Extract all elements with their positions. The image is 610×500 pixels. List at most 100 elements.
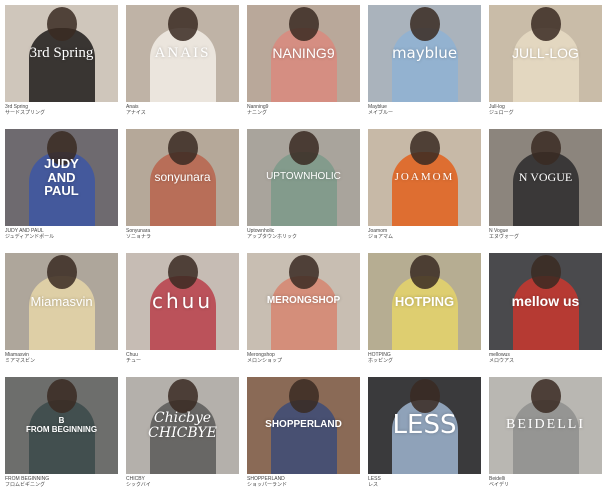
brand-card[interactable]: chuu Chuu チュー [126, 253, 239, 376]
brand-card[interactable]: 3rd Spring 3rd Spring サードスプリング [5, 5, 118, 128]
model-head [409, 379, 440, 413]
model-head [409, 255, 440, 289]
brand-logo: JOAMOM [394, 170, 455, 183]
brand-name-ja[interactable]: ミアマスビン [5, 358, 118, 364]
brand-card[interactable]: mellow us mellowus メロウアス [489, 253, 602, 376]
brand-card[interactable]: Miamasvin Miamasvin ミアマスビン [5, 253, 118, 376]
model-head [167, 379, 198, 413]
brand-name-ja[interactable]: ジョアマム [368, 234, 481, 240]
brand-name-ja[interactable]: チュー [126, 358, 239, 364]
brand-thumbnail[interactable]: NANING9 [247, 5, 360, 102]
brand-name-ja[interactable]: サードスプリング [5, 110, 118, 116]
brand-name-ja[interactable]: エヌヴォーグ [489, 234, 602, 240]
brand-thumbnail[interactable]: BEIDELLI [489, 377, 602, 474]
brand-card[interactable]: SHOPPERLAND SHOPPERLAND ショッパーランド [247, 377, 360, 500]
brand-card[interactable]: JOAMOM Joamom ジョアマム [368, 129, 481, 252]
brand-logo: NANING9 [272, 45, 335, 62]
brand-thumbnail[interactable]: JULL-LOG [489, 5, 602, 102]
brand-thumbnail[interactable]: sonyunara [126, 129, 239, 226]
model-head [288, 255, 319, 289]
brand-name-ja[interactable]: ショッパーランド [247, 482, 360, 488]
model-head [530, 7, 561, 41]
brand-thumbnail[interactable]: B FROM BEGINNING [5, 377, 118, 474]
model-head [167, 7, 198, 41]
brand-logo: sonyunara [154, 170, 211, 185]
model-head [409, 7, 440, 41]
brand-logo: LESS [392, 409, 457, 440]
brand-logo: N VOGUE [518, 170, 573, 185]
model-head [530, 131, 561, 165]
brand-thumbnail[interactable]: UPTOWNHOLIC [247, 129, 360, 226]
brand-name-ja[interactable]: ジュディアンドポール [5, 234, 118, 240]
brand-card[interactable]: JULL-LOG Jull-log ジュローグ [489, 5, 602, 128]
brand-thumbnail[interactable]: chuu [126, 253, 239, 350]
brand-name-ja[interactable]: フロムビギニング [5, 482, 118, 488]
brand-thumbnail[interactable]: N VOGUE [489, 129, 602, 226]
brand-thumbnail[interactable]: MERONGSHOP [247, 253, 360, 350]
brand-name-ja[interactable]: ホッピング [368, 358, 481, 364]
brand-logo: HOTPING [394, 293, 455, 309]
brand-card[interactable]: B FROM BEGINNING FROM BEGINNING フロムビギニング [5, 377, 118, 500]
brand-card[interactable]: mayblue Mayblue メイブルー [368, 5, 481, 128]
model-head [46, 255, 77, 289]
brand-thumbnail[interactable]: Miamasvin [5, 253, 118, 350]
brand-logo: UPTOWNHOLIC [266, 171, 341, 183]
brand-thumbnail[interactable]: JUDY AND PAUL [5, 129, 118, 226]
brand-thumbnail[interactable]: 3rd Spring [5, 5, 118, 102]
brand-thumbnail[interactable]: Chicbye CHICBYE [126, 377, 239, 474]
brand-logo: 3rd Spring [29, 44, 94, 61]
brand-thumbnail[interactable]: HOTPING [368, 253, 481, 350]
brand-logo: MERONGSHOP [266, 295, 341, 307]
brand-card[interactable]: NANING9 Nanning9 ナニング [247, 5, 360, 128]
brand-name-ja[interactable]: ジュローグ [489, 110, 602, 116]
brand-thumbnail[interactable]: mayblue [368, 5, 481, 102]
brand-logo: SHOPPERLAND [265, 419, 342, 431]
brand-thumbnail[interactable]: mellow us [489, 253, 602, 350]
brand-name-ja[interactable]: レス [368, 482, 481, 488]
brand-name-ja[interactable]: メイブルー [368, 110, 481, 116]
brand-card[interactable]: sonyunara Sonyunara ソニョナラ [126, 129, 239, 252]
brand-logo: BEIDELLI [506, 417, 585, 433]
brand-thumbnail[interactable]: LESS [368, 377, 481, 474]
brand-logo: mellow us [511, 293, 580, 310]
brand-card[interactable]: UPTOWNHOLIC Uptownholic アップタウンホリック [247, 129, 360, 252]
brand-card[interactable]: N VOGUE N Vogue エヌヴォーグ [489, 129, 602, 252]
brand-name-ja[interactable]: ベイデリ [489, 482, 602, 488]
brand-card[interactable]: HOTPING HOTPING ホッピング [368, 253, 481, 376]
brand-thumbnail[interactable]: SHOPPERLAND [247, 377, 360, 474]
brand-name-ja[interactable]: メロンショップ [247, 358, 360, 364]
brand-logo: JUDY AND PAUL [44, 156, 79, 199]
brand-card[interactable]: LESS LESS レス [368, 377, 481, 500]
model-head [46, 379, 77, 413]
brand-card[interactable]: BEIDELLI Beidelli ベイデリ [489, 377, 602, 500]
brand-thumbnail[interactable]: ANAIS [126, 5, 239, 102]
brand-name-ja[interactable]: アナイス [126, 110, 239, 116]
model-head [288, 7, 319, 41]
model-head [167, 131, 198, 165]
brand-card[interactable]: MERONGSHOP Merongshop メロンショップ [247, 253, 360, 376]
brand-thumbnail[interactable]: JOAMOM [368, 129, 481, 226]
brand-logo: ANAIS [154, 44, 211, 61]
brand-logo: Miamasvin [30, 293, 93, 309]
model-head [288, 379, 319, 413]
model-head [288, 131, 319, 165]
model-head [167, 255, 198, 289]
brand-logo: chuu [151, 289, 214, 313]
brand-name-ja[interactable]: シックバイ [126, 482, 239, 488]
brand-logo: mayblue [391, 43, 458, 62]
brand-name-ja[interactable]: アップタウンホリック [247, 234, 360, 240]
brand-grid: 3rd Spring 3rd Spring サードスプリング ANAIS Anais アナ… [5, 5, 602, 500]
model-head [409, 131, 440, 165]
model-head [530, 255, 561, 289]
brand-name-ja[interactable]: ナニング [247, 110, 360, 116]
model-head [46, 7, 77, 41]
brand-card[interactable]: JUDY AND PAUL JUDY AND PAUL ジュディアンドポール [5, 129, 118, 252]
model-head [530, 379, 561, 413]
brand-logo: Chicbye CHICBYE [148, 409, 217, 441]
brand-card[interactable]: ANAIS Anais アナイス [126, 5, 239, 128]
brand-card[interactable]: Chicbye CHICBYE CHICBY シックバイ [126, 377, 239, 500]
brand-name-ja[interactable]: メロウアス [489, 358, 602, 364]
brand-logo: JULL-LOG [512, 45, 579, 62]
brand-name-ja[interactable]: ソニョナラ [126, 234, 239, 240]
brand-logo: B FROM BEGINNING [25, 416, 98, 434]
